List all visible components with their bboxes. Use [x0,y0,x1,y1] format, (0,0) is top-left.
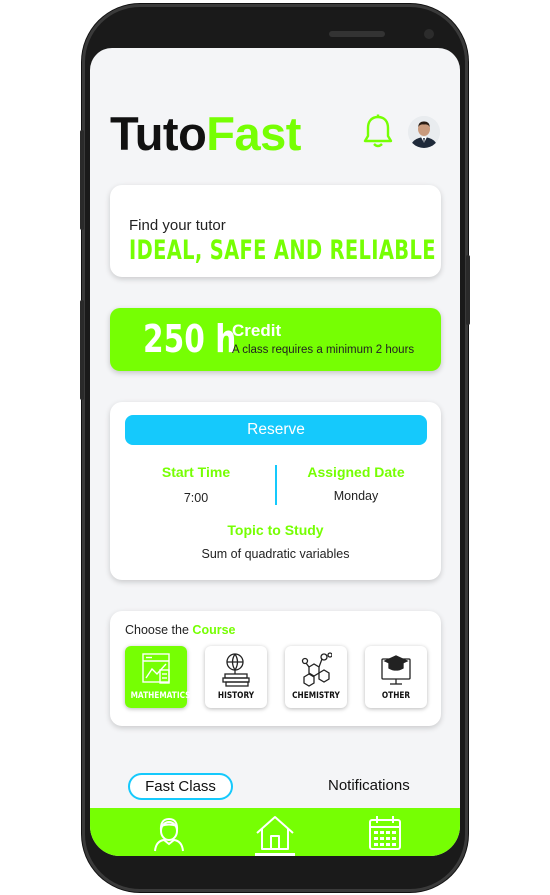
bixby-button [80,300,84,400]
calendar-icon[interactable] [364,814,406,852]
course-card: Choose the Course MATHEMATICS HISTORY CH… [110,611,441,726]
tab-notifications[interactable]: Notifications [328,777,410,794]
other-icon [381,655,411,685]
choose-prompt-text: Choose the [125,623,189,637]
assigned-date-value: Monday [333,489,379,503]
course-label-chemistry: CHEMISTRY [292,691,340,701]
logo-part-fast: Fast [206,107,301,160]
bell-icon[interactable] [362,114,394,150]
tab-fast-class[interactable]: Fast Class [128,773,233,800]
topic-value: Sum of quadratic variables [201,547,350,561]
volume-button [80,130,84,230]
profile-icon[interactable] [148,814,190,852]
app-screen: TutoFast Find your tutor IDEAL, SAFE AND… [90,48,460,856]
mathematics-icon [142,653,170,684]
active-tab-indicator [255,853,295,856]
choose-prompt-accent: Course [192,623,236,637]
reserve-button[interactable]: Reserve [125,415,427,445]
find-tutor-title: IDEAL, SAFE AND RELIABLE [129,235,436,266]
reservation-divider [275,465,277,505]
avatar[interactable] [408,116,440,148]
home-icon[interactable] [254,814,296,852]
course-label-other: OTHER [381,691,411,701]
app-logo: TutoFast [110,106,301,162]
assigned-date-label: Assigned Date [307,464,405,480]
reservation-card: Reserve Start Time 7:00 Assigned Date Mo… [110,402,441,580]
speaker [329,31,385,37]
start-time-label: Start Time [161,464,231,480]
credit-hours: 250 h [143,317,237,361]
course-mathematics[interactable]: MATHEMATICS [125,646,191,708]
course-label-history: HISTORY [217,691,255,701]
find-tutor-card: Find your tutor IDEAL, SAFE AND RELIABLE [110,185,441,277]
chemistry-icon [301,652,332,687]
credit-description: A class requires a minimum 2 hours [232,344,415,356]
course-other[interactable]: OTHER [365,646,427,708]
course-label-mathematics: MATHEMATICS [130,691,191,701]
course-history[interactable]: HISTORY [205,646,267,708]
course-chemistry[interactable]: CHEMISTRY [285,646,347,708]
topic-label: Topic to Study [227,522,324,538]
start-time-value: 7:00 [183,491,209,505]
find-tutor-subtitle: Find your tutor [129,217,226,234]
history-icon [222,653,250,687]
front-camera [424,29,434,39]
credit-title: Credit [232,321,282,340]
credit-card: 250 h Credit A class requires a minimum … [110,308,441,371]
bottom-navbar [90,808,460,856]
choose-course-prompt: Choose the Course [125,623,236,637]
power-button [466,255,470,325]
logo-part-tuto: Tuto [110,107,207,160]
